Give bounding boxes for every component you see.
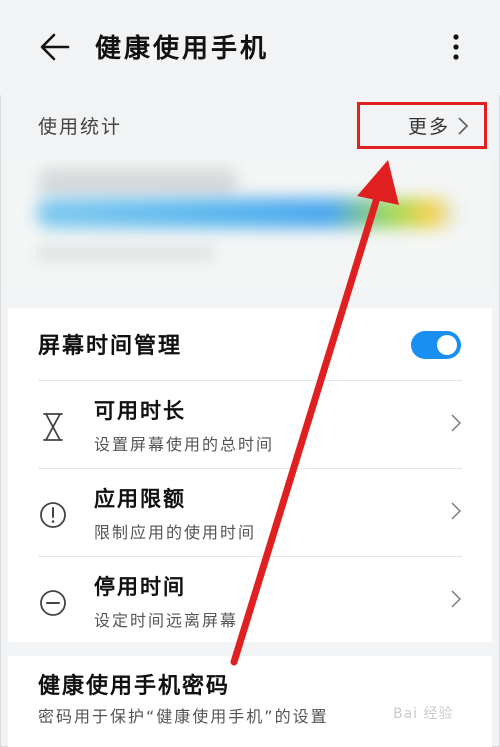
alert-circle-icon <box>40 502 66 528</box>
chevron-right-icon <box>458 116 469 135</box>
screen-time-toggle[interactable] <box>411 331 461 359</box>
more-link[interactable]: 更多 <box>357 102 487 149</box>
item-subtitle: 设置屏幕使用的总时间 <box>94 435 275 454</box>
chevron-right-icon <box>451 502 462 520</box>
list-item-available-time[interactable]: 可用时长 设置屏幕使用的总时间 <box>38 380 462 468</box>
chevron-right-icon <box>451 414 462 432</box>
list-item-app-limits[interactable]: 应用限额 限制应用的使用时间 <box>38 468 462 556</box>
blurred-usage-legend <box>36 244 216 262</box>
item-subtitle: 限制应用的使用时间 <box>94 523 257 542</box>
chevron-right-icon <box>451 590 462 608</box>
hourglass-icon <box>43 413 63 441</box>
more-vertical-icon[interactable] <box>446 30 466 64</box>
screen-time-section: 屏幕时间管理 可用时长 设置屏幕使用的总时间 应用限额 限制应用的使用时间 停用… <box>8 308 492 642</box>
blurred-usage-bar <box>36 198 456 228</box>
item-title: 可用时长 <box>94 399 186 423</box>
list-item-downtime[interactable]: 停用时间 设定时间远离屏幕 <box>38 556 462 644</box>
password-title: 健康使用手机密码 <box>38 674 231 699</box>
app-header: 健康使用手机 <box>0 0 500 95</box>
usage-stats-label: 使用统计 <box>38 116 123 138</box>
item-title: 停用时间 <box>94 575 186 599</box>
toggle-knob <box>437 335 457 355</box>
password-section[interactable]: 健康使用手机密码 密码用于保护“健康使用手机”的设置 <box>8 656 492 747</box>
blurred-usage-total <box>38 168 238 196</box>
arrow-left-icon[interactable] <box>38 30 72 64</box>
watermark-text: Bai 经验 <box>393 706 454 722</box>
page-title: 健康使用手机 <box>95 34 270 64</box>
item-title: 应用限额 <box>94 487 186 511</box>
usage-chart-card[interactable] <box>8 160 492 288</box>
screen-time-title: 屏幕时间管理 <box>38 334 183 359</box>
minus-circle-icon <box>40 590 66 616</box>
more-link-label: 更多 <box>407 116 450 138</box>
item-subtitle: 设定时间远离屏幕 <box>94 611 239 630</box>
